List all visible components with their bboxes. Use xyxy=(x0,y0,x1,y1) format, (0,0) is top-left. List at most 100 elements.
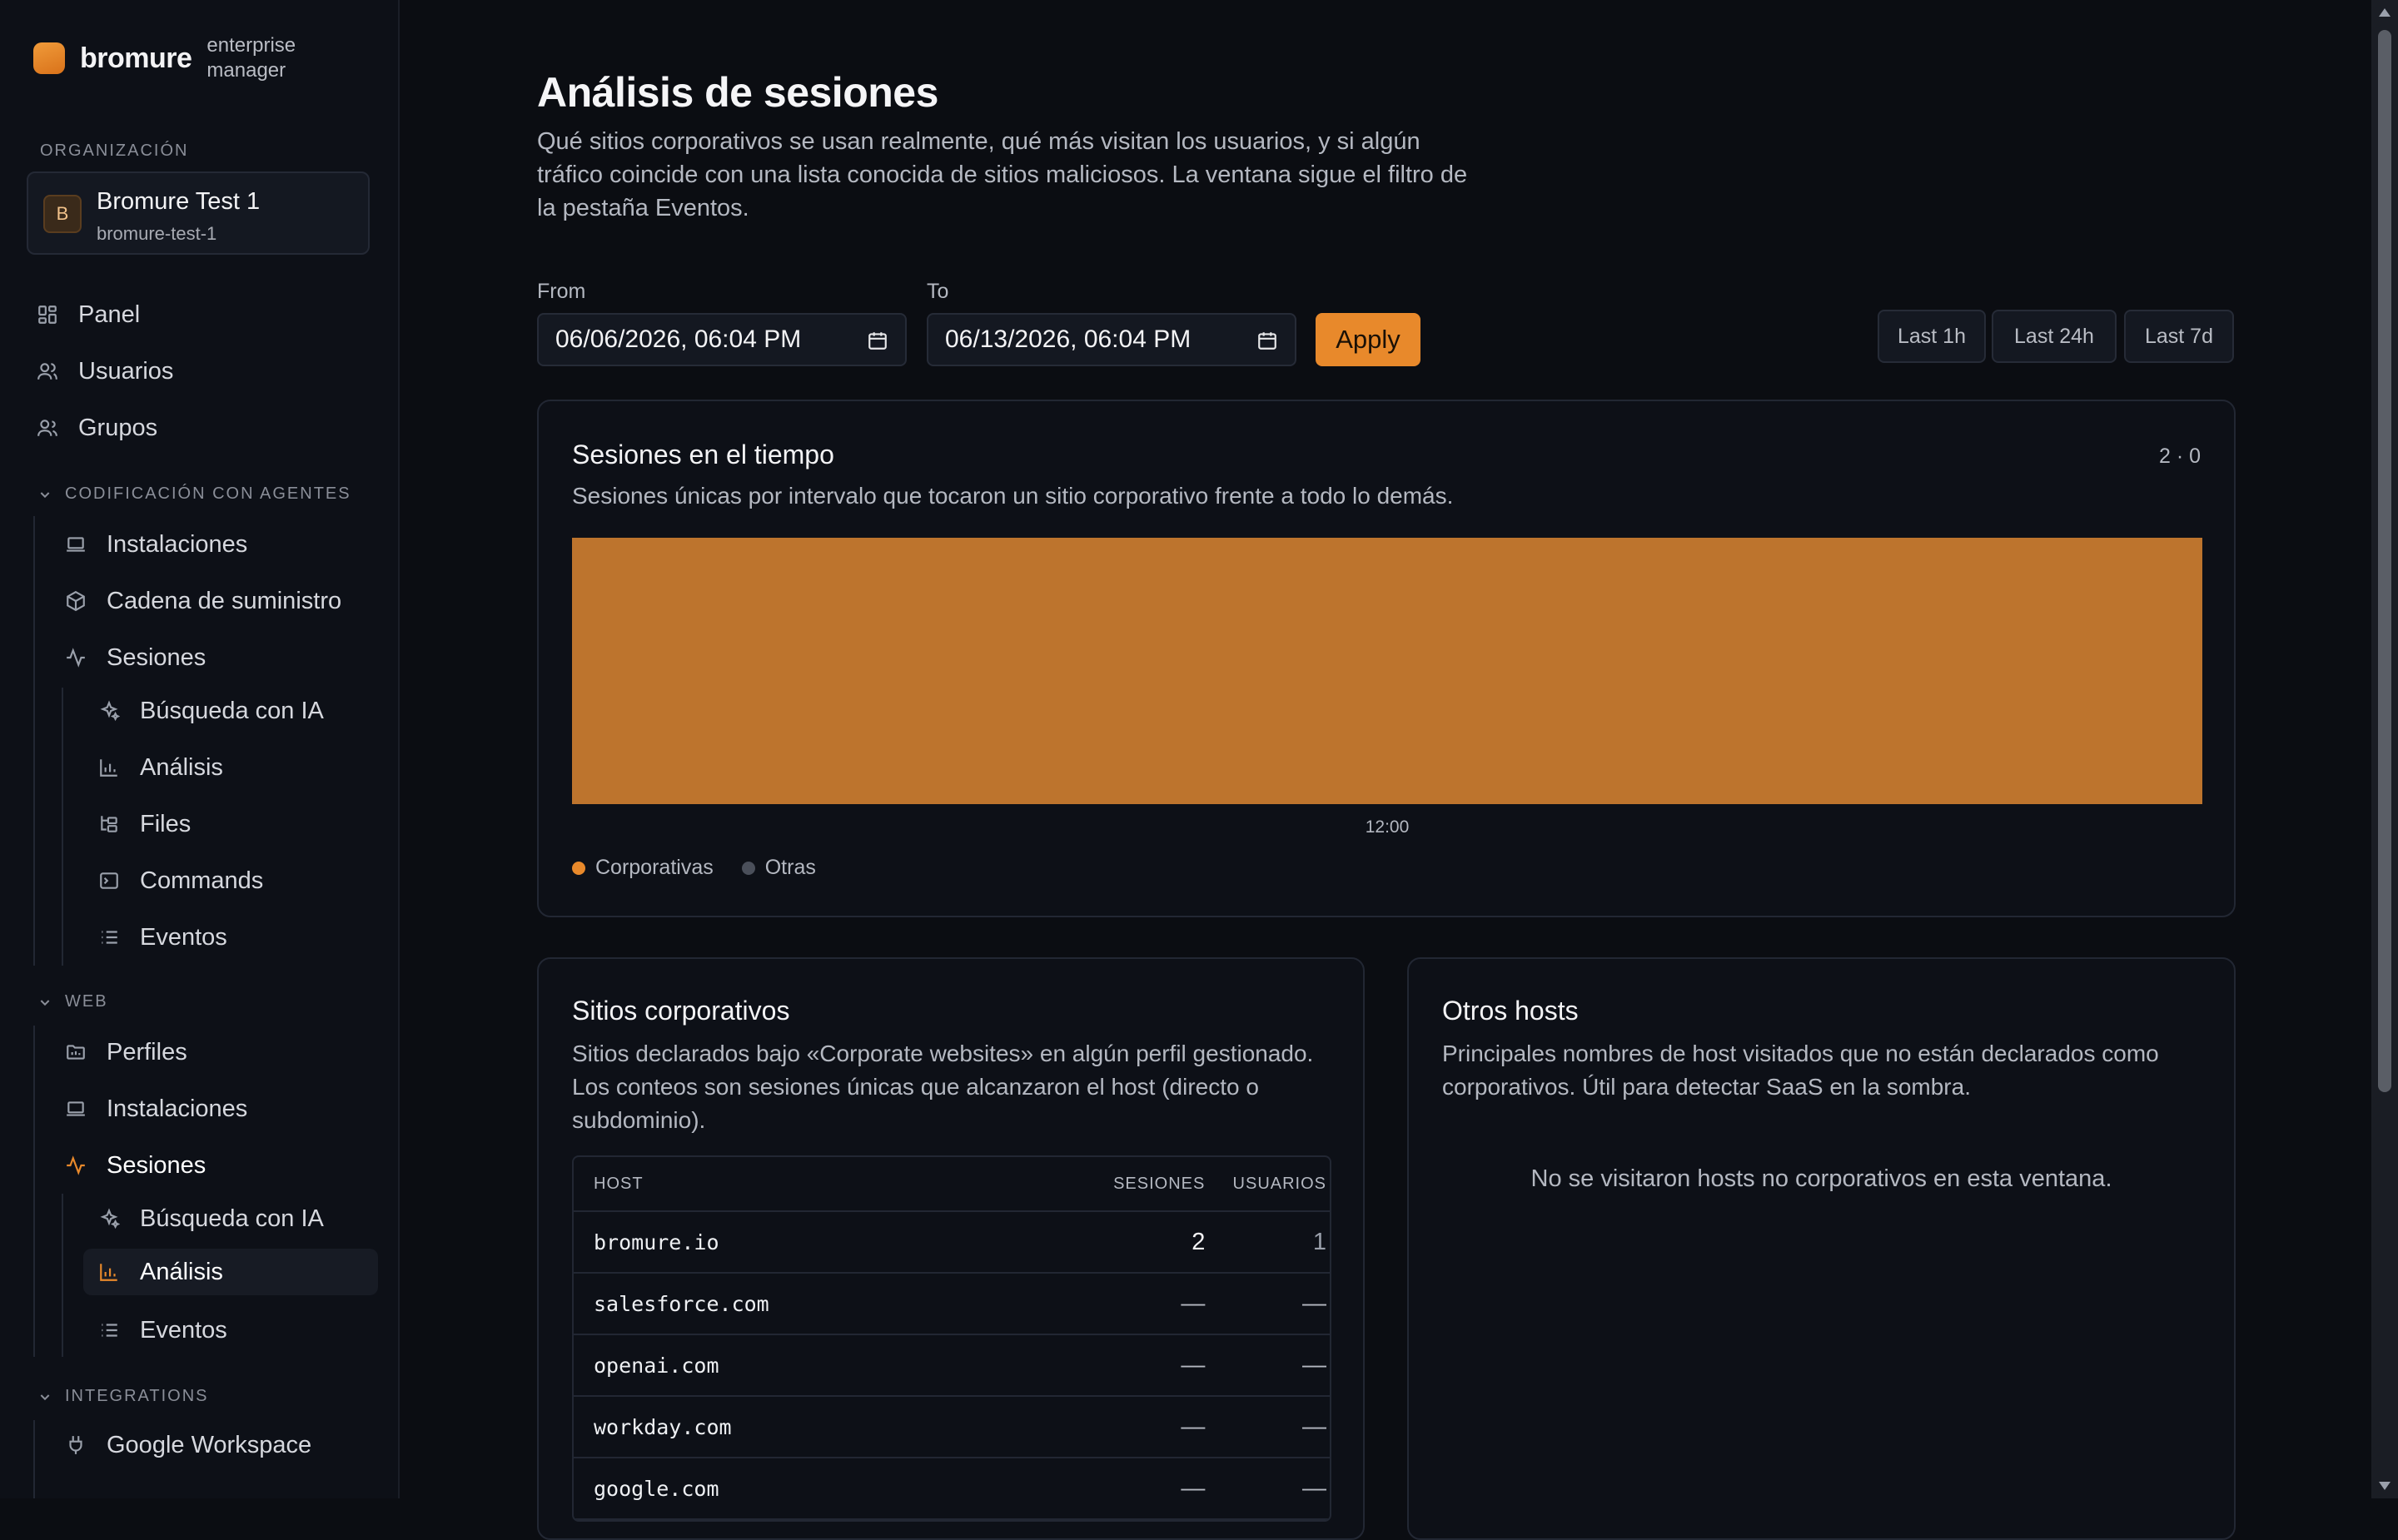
from-label: From xyxy=(537,280,586,303)
org-avatar: B xyxy=(43,195,82,233)
nav-agent-analisis-label: Análisis xyxy=(140,753,223,781)
nav-agent-instalaciones[interactable]: Instalaciones xyxy=(65,521,247,568)
nav-web-analisis-label: Análisis xyxy=(140,1258,223,1285)
main-content: Análisis de sesiones Qué sitios corporat… xyxy=(400,0,2371,1540)
list-icon xyxy=(102,1324,117,1337)
table-row[interactable]: google.com — — xyxy=(574,1458,1330,1520)
other-hosts-empty-message: No se visitaron hosts no corporativos en… xyxy=(1530,1165,2112,1192)
nav-web-ai-search-label: Búsqueda con IA xyxy=(140,1205,324,1232)
other-hosts-title: Otros hosts xyxy=(1442,996,1579,1026)
nav-web-eventos[interactable]: Eventos xyxy=(98,1307,227,1354)
range-last-7d-button[interactable]: Last 7d xyxy=(2124,310,2234,363)
other-hosts-card: Otros hosts Principales nombres de host … xyxy=(1407,957,2236,1540)
nav-grupos-label: Grupos xyxy=(78,414,158,441)
row-host: workday.com xyxy=(594,1414,732,1439)
nav-agent-files-label: Files xyxy=(140,810,192,837)
calendar-icon[interactable] xyxy=(1256,330,1278,351)
nav-web-eventos-label: Eventos xyxy=(140,1316,227,1344)
nav-agent-ai-search[interactable]: Búsqueda con IA xyxy=(98,688,324,734)
nav-web-sesiones[interactable]: Sesiones xyxy=(65,1142,206,1189)
terminal-icon xyxy=(100,872,118,889)
nav-agent-sesiones[interactable]: Sesiones xyxy=(65,634,206,681)
org-section-label: ORGANIZACIÓN xyxy=(40,142,189,160)
from-date-value: 06/06/2026, 06:04 PM xyxy=(555,325,802,353)
row-sessions: — xyxy=(1181,1351,1206,1379)
activity-icon xyxy=(67,1155,85,1175)
legend-otras-label: Otras xyxy=(764,856,816,879)
bar-corporativas-0[interactable] xyxy=(572,538,2202,804)
corporate-sites-table: HOST SESIONES USUARIOS bromure.io 2 1 sa… xyxy=(572,1155,1331,1522)
tree-line xyxy=(62,688,63,966)
activity-icon xyxy=(67,648,85,668)
group-agent-coding[interactable]: CODIFICACIÓN CON AGENTES xyxy=(38,484,351,504)
nav-web-instalaciones[interactable]: Instalaciones xyxy=(65,1085,247,1132)
nav-web-perfiles-label: Perfiles xyxy=(107,1038,187,1066)
nav-web-perfiles[interactable]: Perfiles xyxy=(65,1029,187,1076)
brand[interactable]: bromure enterprise manager xyxy=(33,33,315,83)
col-usuarios[interactable]: USUARIOS xyxy=(1205,1175,1330,1194)
nav-agent-eventos-label: Eventos xyxy=(140,923,227,951)
table-row[interactable]: salesforce.com — — xyxy=(574,1274,1330,1335)
row-users: — xyxy=(1302,1351,1326,1379)
chevron-down-icon xyxy=(40,491,50,498)
row-host: bromure.io xyxy=(594,1230,719,1254)
brand-subtitle: enterprise manager xyxy=(206,34,296,82)
corporate-sites-card: Sitios corporativos Sitios declarados ba… xyxy=(537,957,1365,1540)
range-last-24h-button[interactable]: Last 24h xyxy=(1992,310,2117,363)
row-users: — xyxy=(1302,1413,1326,1440)
scroll-down-icon[interactable] xyxy=(2379,1482,2391,1490)
to-date-input[interactable]: 06/13/2026, 06:04 PM xyxy=(927,313,1296,366)
scrollbar-thumb[interactable] xyxy=(2378,30,2391,1092)
page-scrollbar[interactable] xyxy=(2371,0,2398,1498)
sparkles-icon xyxy=(100,1208,120,1230)
folder-icon xyxy=(67,1045,85,1060)
sessions-chart: 12:00 xyxy=(572,538,2202,837)
brand-logo xyxy=(33,42,65,74)
tree-line xyxy=(33,516,35,966)
col-sesiones[interactable]: SESIONES xyxy=(1072,1175,1206,1194)
laptop-icon xyxy=(67,537,85,552)
bar-chart-icon xyxy=(100,759,117,777)
nav-web-analisis[interactable]: Análisis xyxy=(83,1249,378,1295)
nav-panel[interactable]: Panel xyxy=(37,291,140,338)
nav-agent-eventos[interactable]: Eventos xyxy=(98,914,227,961)
row-sessions: — xyxy=(1181,1289,1206,1317)
table-row[interactable]: bromure.io 2 1 xyxy=(574,1212,1330,1274)
table-row[interactable]: openai.com — — xyxy=(574,1335,1330,1397)
col-host[interactable]: HOST xyxy=(574,1175,1072,1194)
row-sessions: 2 xyxy=(1192,1228,1206,1255)
nav-agent-analisis[interactable]: Análisis xyxy=(98,744,223,791)
nav-agent-supply-chain[interactable]: Cadena de suministro xyxy=(65,578,341,624)
nav-usuarios[interactable]: Usuarios xyxy=(37,348,173,395)
legend-corporativas[interactable]: Corporativas xyxy=(572,856,714,880)
tree-line xyxy=(62,1194,63,1357)
sessions-counter: 2 · 0 xyxy=(2158,445,2201,468)
package-icon xyxy=(67,590,85,612)
row-users: 1 xyxy=(1312,1228,1326,1255)
nav-google-workspace-label: Google Workspace xyxy=(107,1431,312,1458)
nav-agent-ai-search-label: Búsqueda con IA xyxy=(140,697,324,724)
range-last-1h-button[interactable]: Last 1h xyxy=(1878,310,1986,363)
nav-google-workspace[interactable]: Google Workspace xyxy=(65,1422,311,1468)
legend-otras[interactable]: Otras xyxy=(741,856,816,880)
calendar-icon[interactable] xyxy=(867,330,888,351)
legend-otras-swatch xyxy=(741,861,755,875)
group-integrations[interactable]: INTEGRATIONS xyxy=(38,1387,209,1406)
sessions-chart-description: Sesiones únicas por intervalo que tocaro… xyxy=(572,483,1454,509)
nav-web-ai-search[interactable]: Búsqueda con IA xyxy=(98,1195,324,1242)
apply-button[interactable]: Apply xyxy=(1316,313,1420,366)
nav-agent-files[interactable]: Files xyxy=(98,801,191,847)
nav-agent-commands-label: Commands xyxy=(140,867,264,894)
nav-agent-commands[interactable]: Commands xyxy=(98,857,263,904)
nav-grupos[interactable]: Grupos xyxy=(37,405,157,451)
scroll-up-icon[interactable] xyxy=(2379,8,2391,17)
table-row[interactable]: workday.com — — xyxy=(574,1397,1330,1458)
sessions-chart-title: Sesiones en el tiempo xyxy=(572,440,834,469)
tree-line xyxy=(33,1026,35,1357)
nav-panel-label: Panel xyxy=(78,301,141,328)
from-date-input[interactable]: 06/06/2026, 06:04 PM xyxy=(537,313,907,366)
org-switcher[interactable]: B Bromure Test 1 bromure-test-1 xyxy=(27,171,370,255)
page-description: Qué sitios corporativos se usan realment… xyxy=(537,128,1468,221)
dashboard-icon xyxy=(38,306,57,324)
group-web[interactable]: WEB xyxy=(38,992,108,1011)
